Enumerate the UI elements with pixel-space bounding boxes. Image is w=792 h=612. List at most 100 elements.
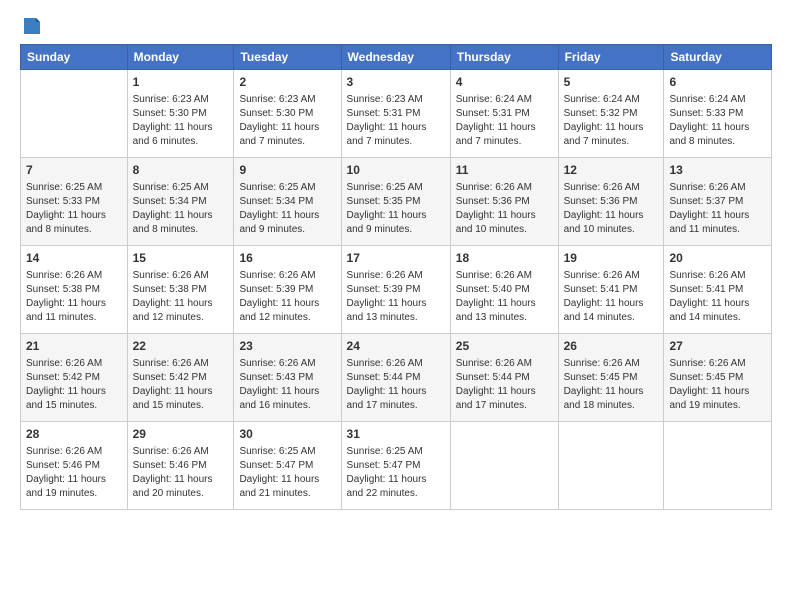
sunset-text: Sunset: 5:41 PM (564, 284, 638, 295)
calendar-cell: 27 Sunrise: 6:26 AM Sunset: 5:45 PM Dayl… (664, 334, 772, 422)
daylight-text: Daylight: 11 hours and 15 minutes. (133, 386, 213, 411)
daylight-text: Daylight: 11 hours and 21 minutes. (239, 474, 319, 499)
sunset-text: Sunset: 5:46 PM (26, 460, 100, 471)
sunrise-text: Sunrise: 6:26 AM (26, 358, 102, 369)
daylight-text: Daylight: 11 hours and 12 minutes. (133, 298, 213, 323)
sunset-text: Sunset: 5:44 PM (347, 372, 421, 383)
sunset-text: Sunset: 5:47 PM (239, 460, 313, 471)
calendar-cell (558, 422, 664, 510)
sunset-text: Sunset: 5:33 PM (669, 108, 743, 119)
day-number: 23 (239, 338, 335, 355)
sunset-text: Sunset: 5:31 PM (347, 108, 421, 119)
calendar-cell: 16 Sunrise: 6:26 AM Sunset: 5:39 PM Dayl… (234, 246, 341, 334)
daylight-text: Daylight: 11 hours and 11 minutes. (26, 298, 106, 323)
sunrise-text: Sunrise: 6:25 AM (239, 182, 315, 193)
day-number: 8 (133, 162, 229, 179)
calendar-cell: 20 Sunrise: 6:26 AM Sunset: 5:41 PM Dayl… (664, 246, 772, 334)
sunrise-text: Sunrise: 6:26 AM (564, 358, 640, 369)
sunrise-text: Sunrise: 6:26 AM (239, 358, 315, 369)
daylight-text: Daylight: 11 hours and 12 minutes. (239, 298, 319, 323)
calendar-cell: 4 Sunrise: 6:24 AM Sunset: 5:31 PM Dayli… (450, 70, 558, 158)
calendar-cell: 30 Sunrise: 6:25 AM Sunset: 5:47 PM Dayl… (234, 422, 341, 510)
weekday-header-monday: Monday (127, 45, 234, 70)
sunrise-text: Sunrise: 6:26 AM (133, 270, 209, 281)
sunrise-text: Sunrise: 6:25 AM (133, 182, 209, 193)
daylight-text: Daylight: 11 hours and 22 minutes. (347, 474, 427, 499)
day-number: 25 (456, 338, 553, 355)
sunset-text: Sunset: 5:36 PM (456, 196, 530, 207)
calendar-header-row: SundayMondayTuesdayWednesdayThursdayFrid… (21, 45, 772, 70)
sunset-text: Sunset: 5:43 PM (239, 372, 313, 383)
calendar-cell: 19 Sunrise: 6:26 AM Sunset: 5:41 PM Dayl… (558, 246, 664, 334)
weekday-header-tuesday: Tuesday (234, 45, 341, 70)
sunset-text: Sunset: 5:34 PM (133, 196, 207, 207)
calendar-cell: 7 Sunrise: 6:25 AM Sunset: 5:33 PM Dayli… (21, 158, 128, 246)
logo-icon (22, 16, 40, 34)
sunset-text: Sunset: 5:38 PM (26, 284, 100, 295)
calendar-cell: 2 Sunrise: 6:23 AM Sunset: 5:30 PM Dayli… (234, 70, 341, 158)
daylight-text: Daylight: 11 hours and 8 minutes. (669, 122, 749, 147)
sunset-text: Sunset: 5:30 PM (239, 108, 313, 119)
weekday-header-friday: Friday (558, 45, 664, 70)
calendar-cell: 3 Sunrise: 6:23 AM Sunset: 5:31 PM Dayli… (341, 70, 450, 158)
daylight-text: Daylight: 11 hours and 19 minutes. (669, 386, 749, 411)
day-number: 3 (347, 74, 445, 91)
day-number: 5 (564, 74, 659, 91)
day-number: 17 (347, 250, 445, 267)
day-number: 28 (26, 426, 122, 443)
calendar-week-3: 14 Sunrise: 6:26 AM Sunset: 5:38 PM Dayl… (21, 246, 772, 334)
calendar-cell: 29 Sunrise: 6:26 AM Sunset: 5:46 PM Dayl… (127, 422, 234, 510)
weekday-header-thursday: Thursday (450, 45, 558, 70)
daylight-text: Daylight: 11 hours and 8 minutes. (133, 210, 213, 235)
calendar-table: SundayMondayTuesdayWednesdayThursdayFrid… (20, 44, 772, 510)
sunset-text: Sunset: 5:35 PM (347, 196, 421, 207)
sunset-text: Sunset: 5:39 PM (239, 284, 313, 295)
day-number: 15 (133, 250, 229, 267)
sunrise-text: Sunrise: 6:26 AM (26, 446, 102, 457)
day-number: 18 (456, 250, 553, 267)
calendar-cell: 6 Sunrise: 6:24 AM Sunset: 5:33 PM Dayli… (664, 70, 772, 158)
daylight-text: Daylight: 11 hours and 18 minutes. (564, 386, 644, 411)
sunset-text: Sunset: 5:44 PM (456, 372, 530, 383)
calendar-cell (664, 422, 772, 510)
day-number: 7 (26, 162, 122, 179)
sunset-text: Sunset: 5:39 PM (347, 284, 421, 295)
day-number: 4 (456, 74, 553, 91)
sunset-text: Sunset: 5:45 PM (669, 372, 743, 383)
sunrise-text: Sunrise: 6:26 AM (133, 358, 209, 369)
daylight-text: Daylight: 11 hours and 13 minutes. (347, 298, 427, 323)
calendar-week-1: 1 Sunrise: 6:23 AM Sunset: 5:30 PM Dayli… (21, 70, 772, 158)
calendar-cell (450, 422, 558, 510)
sunrise-text: Sunrise: 6:23 AM (133, 94, 209, 105)
calendar-week-5: 28 Sunrise: 6:26 AM Sunset: 5:46 PM Dayl… (21, 422, 772, 510)
day-number: 31 (347, 426, 445, 443)
day-number: 6 (669, 74, 766, 91)
calendar-cell: 21 Sunrise: 6:26 AM Sunset: 5:42 PM Dayl… (21, 334, 128, 422)
sunrise-text: Sunrise: 6:26 AM (669, 182, 745, 193)
sunrise-text: Sunrise: 6:26 AM (669, 358, 745, 369)
calendar-cell: 22 Sunrise: 6:26 AM Sunset: 5:42 PM Dayl… (127, 334, 234, 422)
calendar-cell: 17 Sunrise: 6:26 AM Sunset: 5:39 PM Dayl… (341, 246, 450, 334)
sunset-text: Sunset: 5:31 PM (456, 108, 530, 119)
sunrise-text: Sunrise: 6:26 AM (133, 446, 209, 457)
calendar-cell: 15 Sunrise: 6:26 AM Sunset: 5:38 PM Dayl… (127, 246, 234, 334)
day-number: 26 (564, 338, 659, 355)
sunset-text: Sunset: 5:42 PM (26, 372, 100, 383)
daylight-text: Daylight: 11 hours and 7 minutes. (347, 122, 427, 147)
sunset-text: Sunset: 5:45 PM (564, 372, 638, 383)
daylight-text: Daylight: 11 hours and 9 minutes. (239, 210, 319, 235)
sunrise-text: Sunrise: 6:26 AM (239, 270, 315, 281)
daylight-text: Daylight: 11 hours and 7 minutes. (239, 122, 319, 147)
sunrise-text: Sunrise: 6:26 AM (456, 358, 532, 369)
daylight-text: Daylight: 11 hours and 11 minutes. (669, 210, 749, 235)
header (20, 16, 772, 34)
daylight-text: Daylight: 11 hours and 14 minutes. (564, 298, 644, 323)
day-number: 22 (133, 338, 229, 355)
day-number: 2 (239, 74, 335, 91)
daylight-text: Daylight: 11 hours and 10 minutes. (564, 210, 644, 235)
day-number: 30 (239, 426, 335, 443)
day-number: 24 (347, 338, 445, 355)
day-number: 11 (456, 162, 553, 179)
sunrise-text: Sunrise: 6:26 AM (456, 182, 532, 193)
sunrise-text: Sunrise: 6:25 AM (239, 446, 315, 457)
